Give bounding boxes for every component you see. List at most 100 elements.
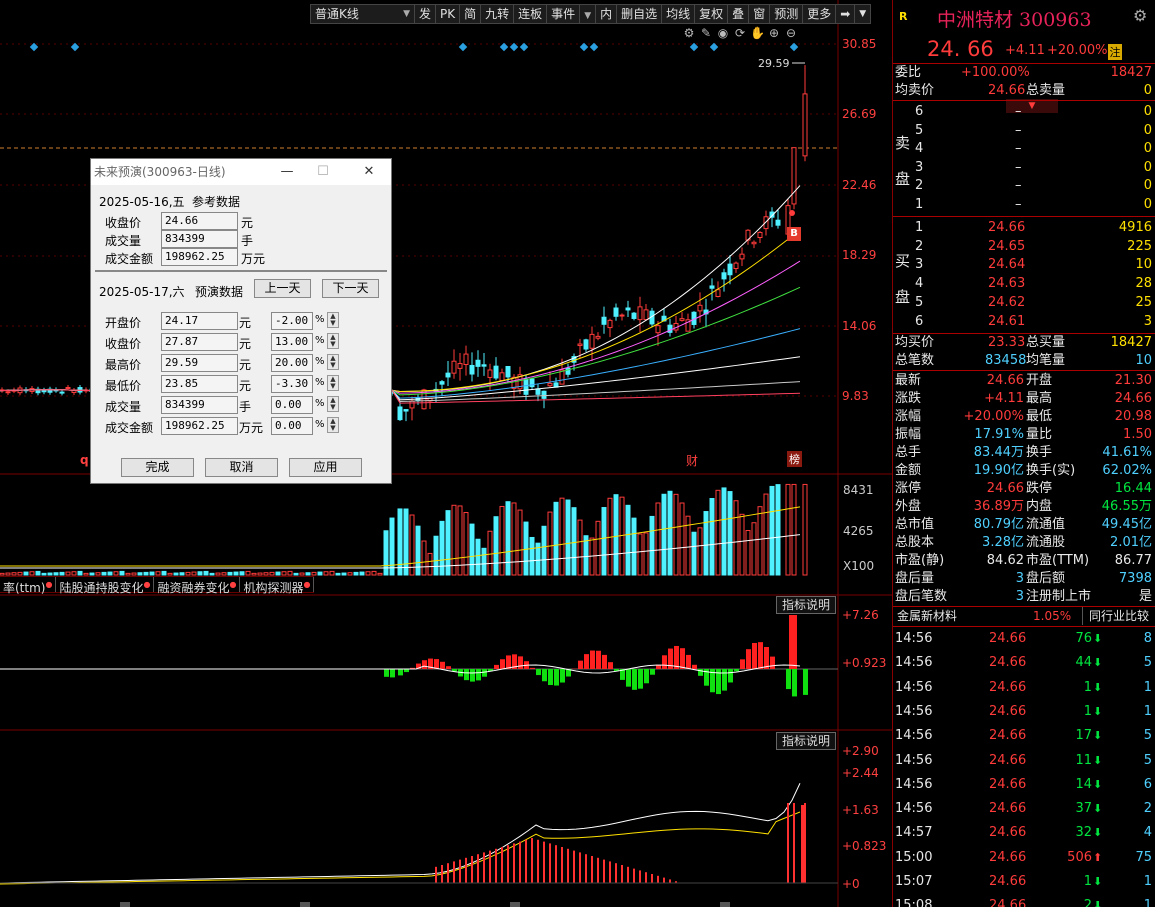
- pred-value-input[interactable]: 27.87: [161, 333, 238, 351]
- spinner[interactable]: ▲ ▼: [327, 375, 339, 391]
- stat-label: 流通值: [1026, 517, 1066, 532]
- pred-pct-input[interactable]: 0.00: [271, 396, 313, 414]
- zoom-out-icon[interactable]: ⊖: [784, 26, 798, 40]
- ask-row[interactable]: 2 – 0: [893, 177, 1155, 195]
- bid-row[interactable]: 2 24.65 225: [893, 238, 1155, 256]
- export-icon[interactable]: ➡: [836, 5, 856, 23]
- pred-pct-input[interactable]: -3.30: [271, 375, 313, 393]
- pred-pct-input[interactable]: 0.00: [271, 417, 313, 435]
- indicator-help-button[interactable]: 指标说明: [776, 732, 837, 750]
- toolbar-btn-pk[interactable]: PK: [436, 5, 461, 23]
- spin-down-icon[interactable]: ▼: [328, 425, 338, 432]
- pred-pct-input[interactable]: 20.00: [271, 354, 313, 372]
- toolbar-btn-delete-watch[interactable]: 删自选: [617, 5, 663, 23]
- spinner[interactable]: ▲ ▼: [327, 417, 339, 433]
- bid-row[interactable]: 6 24.61 3: [893, 313, 1155, 331]
- cancel-button[interactable]: 取消: [205, 458, 278, 477]
- stat-label: 盘后量: [895, 571, 935, 586]
- ask-row[interactable]: 3 – 0: [893, 159, 1155, 177]
- industry-name[interactable]: 金属新材料: [897, 607, 957, 625]
- ask-row[interactable]: 6 – 0: [893, 103, 1155, 121]
- pred-pct-input[interactable]: 13.00: [271, 333, 313, 351]
- volume-bar: [83, 572, 89, 576]
- spinner[interactable]: ▲ ▼: [327, 354, 339, 370]
- indicator-bar: [435, 866, 437, 883]
- tab-pe-ttm[interactable]: 率(ttm)●: [0, 577, 57, 595]
- rotate-icon[interactable]: ⟳: [733, 26, 747, 40]
- ask-row[interactable]: 5 – 0: [893, 122, 1155, 140]
- macd-bar: [674, 645, 679, 669]
- pred-value-input[interactable]: 23.85: [161, 375, 238, 393]
- spinner[interactable]: ▲ ▼: [327, 312, 339, 328]
- close-icon[interactable]: ✕: [349, 159, 389, 185]
- toolbar-btn-jian[interactable]: 简: [460, 5, 482, 23]
- pen-icon[interactable]: ✎: [699, 26, 713, 40]
- pred-value-input[interactable]: 198962.25: [161, 417, 238, 435]
- toolbar-btn-lianban[interactable]: 连板: [514, 5, 548, 23]
- spin-down-icon[interactable]: ▼: [328, 383, 338, 390]
- prev-day-button[interactable]: 上一天: [254, 279, 311, 298]
- toolbar-btn-jiuzhuan[interactable]: 九转: [481, 5, 515, 23]
- bid-row[interactable]: 5 24.62 25: [893, 294, 1155, 312]
- volume-bar: [101, 571, 107, 576]
- ask-level: 3: [915, 159, 924, 175]
- zoom-in-icon[interactable]: ⊕: [767, 26, 781, 40]
- pred-pct-input[interactable]: -2.00: [271, 312, 313, 330]
- apply-button[interactable]: 应用: [289, 458, 362, 477]
- spinner[interactable]: ▲ ▼: [327, 396, 339, 412]
- pred-value-input[interactable]: 29.59: [161, 354, 238, 372]
- toolbar-btn-overlay[interactable]: 叠: [728, 5, 750, 23]
- spin-down-icon[interactable]: ▼: [328, 320, 338, 327]
- tab-margin[interactable]: 融资融券变化●: [154, 577, 241, 595]
- spin-down-icon[interactable]: ▼: [328, 362, 338, 369]
- minimize-icon[interactable]: —: [267, 159, 307, 185]
- buy-signal-badge[interactable]: B: [787, 227, 801, 241]
- event-q-marker[interactable]: q: [80, 453, 89, 467]
- spinner[interactable]: ▲ ▼: [327, 333, 339, 349]
- next-day-button[interactable]: 下一天: [322, 279, 379, 298]
- event-rank-marker[interactable]: 榜: [787, 451, 802, 467]
- period-select[interactable]: 普通K线 ▼: [311, 5, 415, 23]
- bid-row[interactable]: 1 24.66 4916: [893, 219, 1155, 237]
- tick-price: 24.66: [989, 679, 1027, 695]
- indicator-bar: [801, 805, 804, 883]
- done-button[interactable]: 完成: [121, 458, 194, 477]
- dialog-titlebar[interactable]: 未来预演(300963-日线): [91, 159, 391, 185]
- maximize-icon[interactable]: ☐: [303, 159, 343, 185]
- candle: [493, 365, 499, 379]
- eye-icon[interactable]: ◉: [716, 26, 730, 40]
- ask-row[interactable]: 1 – 0: [893, 196, 1155, 214]
- chevron-down-icon[interactable]: ▼: [855, 5, 870, 23]
- ask-row[interactable]: 4 – 0: [893, 140, 1155, 158]
- bid-row[interactable]: 3 24.64 10: [893, 256, 1155, 274]
- settings-icon[interactable]: ⚙: [1133, 6, 1147, 25]
- toolbar-btn-adjust[interactable]: 复权: [695, 5, 729, 23]
- settings-icon[interactable]: ⚙: [682, 26, 696, 40]
- toolbar-btn-predict[interactable]: 预测: [770, 5, 804, 23]
- spin-down-icon[interactable]: ▼: [328, 341, 338, 348]
- pred-value-input[interactable]: 834399: [161, 396, 238, 414]
- volume-bar: [269, 571, 275, 576]
- bid-row[interactable]: 4 24.63 28: [893, 275, 1155, 293]
- industry-compare-button[interactable]: 同行业比较: [1082, 607, 1149, 625]
- spin-down-icon[interactable]: ▼: [328, 404, 338, 411]
- volume-bar: [802, 483, 808, 576]
- pred-value-input[interactable]: 24.17: [161, 312, 238, 330]
- volume-bar: [179, 572, 185, 576]
- tick-price: 24.66: [989, 874, 1027, 889]
- macd-bar: [638, 669, 643, 689]
- hand-icon[interactable]: ✋: [750, 26, 765, 40]
- toolbar-btn-window[interactable]: 窗: [749, 5, 771, 23]
- tick-time: 14:56: [895, 801, 933, 817]
- toolbar-dropdown[interactable]: ▼: [580, 5, 597, 23]
- toolbar-btn-fa[interactable]: 发: [415, 5, 437, 23]
- toolbar-btn-ma[interactable]: 均线: [662, 5, 696, 23]
- event-financial-marker[interactable]: 财: [686, 452, 698, 469]
- indicator-bar: [567, 848, 569, 883]
- toolbar-btn-shijian[interactable]: 事件: [547, 5, 581, 23]
- tab-institution[interactable]: 机构探测器●: [240, 577, 315, 595]
- tab-hk-connect[interactable]: 陆股通持股变化●: [56, 577, 155, 595]
- indicator-help-button[interactable]: 指标说明: [776, 596, 837, 614]
- toolbar-btn-nei[interactable]: 内: [596, 5, 618, 23]
- toolbar-btn-more[interactable]: 更多: [803, 5, 837, 23]
